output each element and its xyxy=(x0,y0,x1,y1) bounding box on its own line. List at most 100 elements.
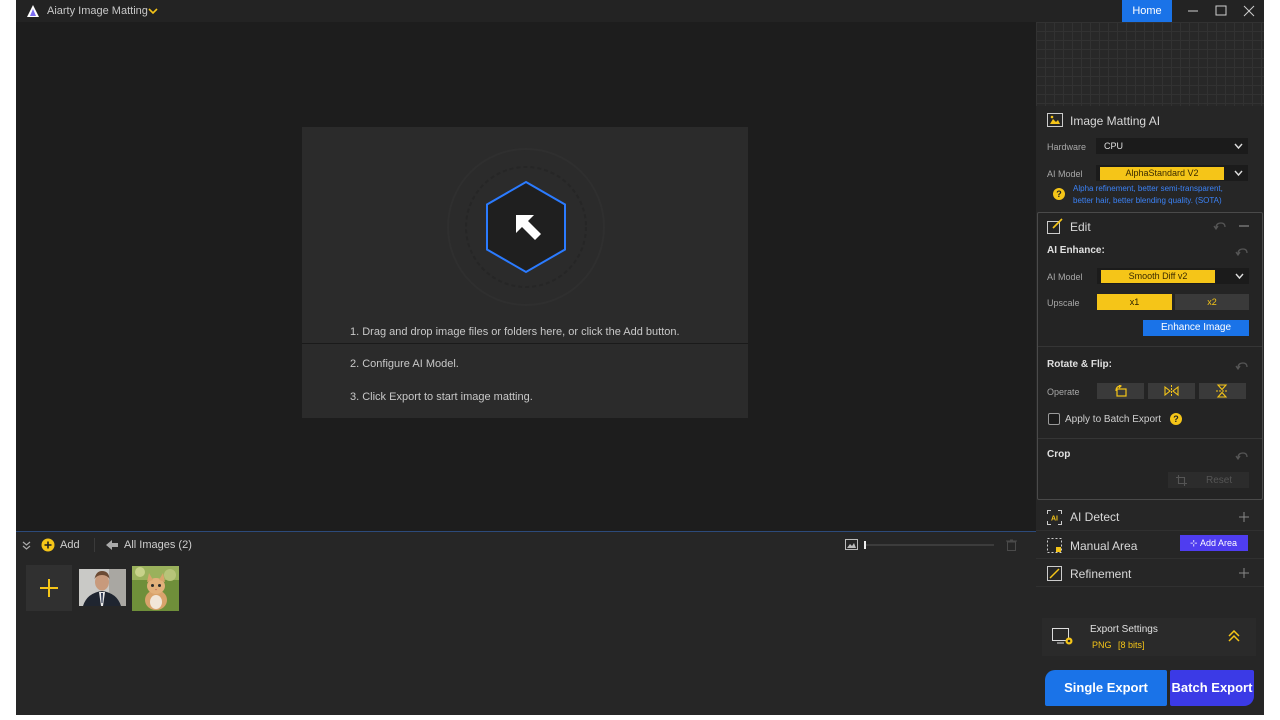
slider-handle[interactable] xyxy=(864,541,866,549)
back-arrow-icon[interactable] xyxy=(106,540,118,550)
manual-area-section[interactable]: Manual Area ⊹ Add Area xyxy=(1036,531,1264,559)
rotate-button[interactable] xyxy=(1097,383,1144,399)
chevron-double-up-icon[interactable] xyxy=(1228,630,1240,642)
refinement-icon xyxy=(1047,566,1062,581)
upscale-x1-button[interactable]: x1 xyxy=(1097,294,1172,310)
ai-enhance-title: AI Enhance: xyxy=(1047,245,1105,256)
batch-export-label[interactable]: Apply to Batch Export xyxy=(1065,414,1161,425)
upscale-x2-button[interactable]: x2 xyxy=(1175,294,1249,310)
chevron-down-icon xyxy=(1234,170,1243,177)
title-bar: Aiarty Image Matting Home xyxy=(16,0,1264,22)
add-area-label: Add Area xyxy=(1200,538,1238,548)
manual-area-title: Manual Area xyxy=(1070,539,1138,553)
enhance-image-button[interactable]: Enhance Image xyxy=(1143,320,1249,336)
section-divider xyxy=(1038,438,1262,439)
image-stage[interactable]: 1. Drag and drop image files or folders … xyxy=(16,22,1036,530)
flip-vertical-icon xyxy=(1216,384,1228,398)
flip-horizontal-button[interactable] xyxy=(1148,383,1195,399)
image-library: Add All Images (2) xyxy=(16,531,1036,715)
instruction-step-1: 1. Drag and drop image files or folders … xyxy=(350,326,680,338)
rotate-flip-title: Rotate & Flip: xyxy=(1047,359,1112,370)
single-export-button[interactable]: Single Export xyxy=(1045,670,1167,706)
edit-icon xyxy=(1047,218,1063,234)
all-images-label[interactable]: All Images (2) xyxy=(124,539,192,551)
image-thumbnail-man[interactable] xyxy=(79,569,126,606)
man-portrait-image xyxy=(79,569,126,606)
hardware-value: CPU xyxy=(1104,141,1124,151)
instruction-step-2: 2. Configure AI Model. xyxy=(350,358,459,370)
refinement-title: Refinement xyxy=(1070,567,1132,581)
reset-label: Reset xyxy=(1206,475,1233,486)
minimize-icon[interactable] xyxy=(1179,0,1207,22)
hardware-select[interactable]: CPU xyxy=(1096,138,1248,154)
thumbnail-size-slider[interactable] xyxy=(864,541,994,549)
export-settings-icon xyxy=(1052,628,1073,645)
home-button[interactable]: Home xyxy=(1122,0,1172,22)
enhance-model-label: AI Model xyxy=(1047,272,1083,282)
enhance-model-value: Smooth Diff v2 xyxy=(1101,269,1215,283)
crop-title: Crop xyxy=(1047,449,1071,460)
upscale-label: Upscale xyxy=(1047,298,1080,308)
toolbar-divider xyxy=(94,538,95,552)
expand-plus-icon[interactable] xyxy=(1239,568,1249,578)
refinement-section[interactable]: Refinement xyxy=(1036,559,1264,587)
svg-text:AI: AI xyxy=(1051,516,1058,523)
add-circle-icon[interactable] xyxy=(41,538,55,552)
batch-export-button[interactable]: Batch Export xyxy=(1170,670,1254,706)
rotate-icon xyxy=(1115,385,1127,397)
batch-export-checkbox[interactable] xyxy=(1048,413,1060,425)
section-divider xyxy=(1038,346,1262,347)
chevron-down-icon[interactable] xyxy=(147,5,159,17)
enhance-model-select[interactable]: Smooth Diff v2 xyxy=(1097,268,1249,284)
export-settings-box[interactable]: Export Settings PNG [8 bits] xyxy=(1042,618,1256,656)
library-toolbar: Add All Images (2) xyxy=(16,532,1036,558)
add-area-plus-icon: ⊹ xyxy=(1190,538,1198,548)
model-hint-line2: better hair, better blending quality. (S… xyxy=(1073,196,1222,205)
maximize-icon[interactable] xyxy=(1207,0,1235,22)
help-icon[interactable]: ? xyxy=(1053,188,1065,200)
undo-icon[interactable] xyxy=(1235,247,1249,257)
chevron-down-icon xyxy=(1234,143,1243,150)
collapse-icon[interactable] xyxy=(22,541,31,550)
kitten-image xyxy=(132,566,179,611)
add-area-button[interactable]: ⊹ Add Area xyxy=(1180,535,1248,551)
plus-icon xyxy=(40,579,58,597)
ai-detect-icon: AI xyxy=(1047,510,1062,525)
image-matting-title: Image Matting AI xyxy=(1070,114,1161,128)
ai-detect-section[interactable]: AI AI Detect xyxy=(1036,503,1264,531)
undo-icon[interactable] xyxy=(1213,221,1227,231)
close-icon[interactable] xyxy=(1235,0,1263,22)
help-icon[interactable]: ? xyxy=(1170,413,1182,425)
right-panel: Image Matting AI Hardware CPU AI Model A… xyxy=(1036,22,1264,715)
operate-label: Operate xyxy=(1047,387,1080,397)
image-thumbnail-kitten[interactable] xyxy=(132,566,179,611)
expand-plus-icon[interactable] xyxy=(1239,512,1249,522)
image-matting-icon xyxy=(1047,113,1063,127)
collapse-minus-icon[interactable] xyxy=(1238,221,1250,231)
app-logo-icon xyxy=(27,5,39,17)
image-size-icon xyxy=(845,539,858,550)
edit-panel: Edit AI Enhance: AI Model Smooth Diff v2 xyxy=(1037,212,1263,500)
drop-divider xyxy=(302,343,748,344)
edit-title: Edit xyxy=(1070,220,1091,234)
hardware-label: Hardware xyxy=(1047,142,1087,152)
undo-icon[interactable] xyxy=(1235,361,1249,371)
ai-model-label: AI Model xyxy=(1047,169,1083,179)
undo-icon[interactable] xyxy=(1235,451,1249,461)
flip-horizontal-icon xyxy=(1164,385,1179,397)
trash-icon[interactable] xyxy=(1006,539,1017,551)
export-bits: [8 bits] xyxy=(1118,640,1145,650)
flip-vertical-button[interactable] xyxy=(1199,383,1246,399)
ai-model-value: AlphaStandard V2 xyxy=(1100,166,1224,180)
manual-area-icon xyxy=(1047,538,1062,553)
crop-reset-button[interactable]: Reset xyxy=(1168,472,1249,488)
export-settings-title: Export Settings xyxy=(1090,624,1158,635)
add-button[interactable]: Add xyxy=(60,539,80,551)
preview-grid xyxy=(1036,22,1264,106)
upload-hexagon-icon[interactable] xyxy=(446,147,606,307)
add-image-tile[interactable] xyxy=(26,565,72,611)
app-title: Aiarty Image Matting xyxy=(47,5,148,17)
ai-model-select[interactable]: AlphaStandard V2 xyxy=(1096,165,1248,181)
crop-icon xyxy=(1176,475,1187,486)
ai-detect-title: AI Detect xyxy=(1070,510,1120,524)
